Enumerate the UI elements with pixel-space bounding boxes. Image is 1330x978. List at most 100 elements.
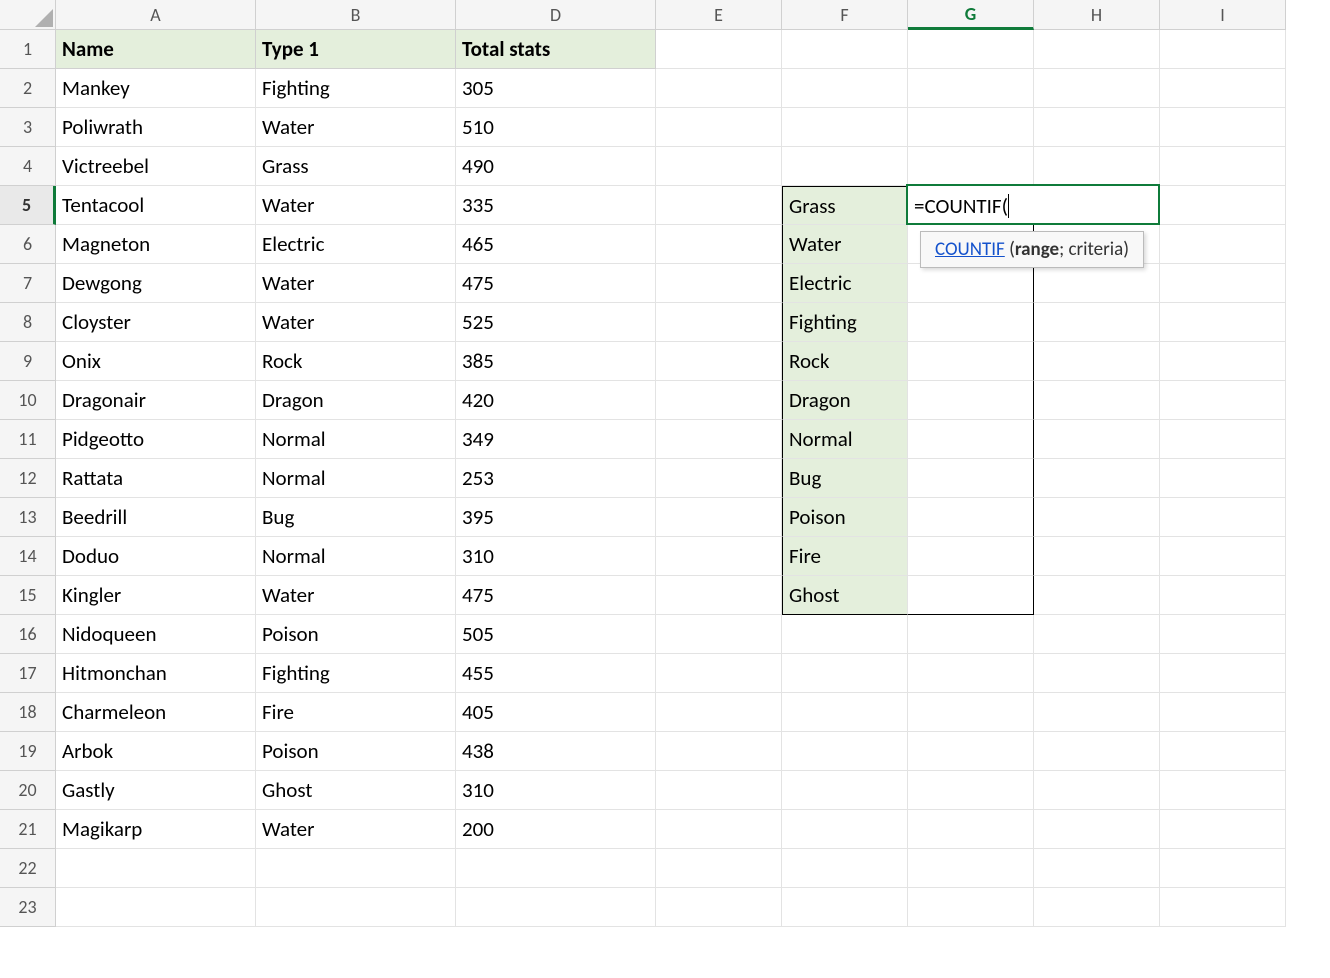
row-header-14[interactable]: 14 (0, 537, 56, 576)
row-header-19[interactable]: 19 (0, 732, 56, 771)
cell-F22[interactable] (782, 849, 908, 888)
cell-D2[interactable]: 305 (456, 69, 656, 108)
cell-E11[interactable] (656, 420, 782, 459)
cell-H23[interactable] (1034, 888, 1160, 927)
cell-E12[interactable] (656, 459, 782, 498)
cell-G14[interactable] (908, 537, 1034, 576)
row-header-9[interactable]: 9 (0, 342, 56, 381)
cell-D10[interactable]: 420 (456, 381, 656, 420)
row-header-10[interactable]: 10 (0, 381, 56, 420)
cell-G1[interactable] (908, 30, 1034, 69)
cell-E7[interactable] (656, 264, 782, 303)
row-header-11[interactable]: 11 (0, 420, 56, 459)
cell-B4[interactable]: Grass (256, 147, 456, 186)
select-all-corner[interactable] (0, 0, 56, 30)
cell-I12[interactable] (1160, 459, 1286, 498)
cell-A5[interactable]: Tentacool (56, 186, 256, 225)
cell-D20[interactable]: 310 (456, 771, 656, 810)
cell-E3[interactable] (656, 108, 782, 147)
cell-G4[interactable] (908, 147, 1034, 186)
col-header-E[interactable]: E (656, 0, 782, 30)
row-header-18[interactable]: 18 (0, 693, 56, 732)
row-header-16[interactable]: 16 (0, 615, 56, 654)
cell-E10[interactable] (656, 381, 782, 420)
cell-G9[interactable] (908, 342, 1034, 381)
cell-B1[interactable]: Type 1 (256, 30, 456, 69)
cell-E4[interactable] (656, 147, 782, 186)
cell-A15[interactable]: Kingler (56, 576, 256, 615)
col-header-G[interactable]: G (908, 0, 1034, 30)
cell-F11[interactable]: Normal (782, 420, 908, 459)
cell-E21[interactable] (656, 810, 782, 849)
cell-A8[interactable]: Cloyster (56, 303, 256, 342)
cell-B22[interactable] (256, 849, 456, 888)
cell-A21[interactable]: Magikarp (56, 810, 256, 849)
cell-E1[interactable] (656, 30, 782, 69)
cell-G13[interactable] (908, 498, 1034, 537)
row-header-3[interactable]: 3 (0, 108, 56, 147)
cell-F7[interactable]: Electric (782, 264, 908, 303)
cell-I15[interactable] (1160, 576, 1286, 615)
cell-G12[interactable] (908, 459, 1034, 498)
cell-A10[interactable]: Dragonair (56, 381, 256, 420)
cell-F4[interactable] (782, 147, 908, 186)
cell-I5[interactable] (1160, 186, 1286, 225)
cell-B19[interactable]: Poison (256, 732, 456, 771)
cell-H17[interactable] (1034, 654, 1160, 693)
cell-I4[interactable] (1160, 147, 1286, 186)
col-header-H[interactable]: H (1034, 0, 1160, 30)
cell-F19[interactable] (782, 732, 908, 771)
cell-D19[interactable]: 438 (456, 732, 656, 771)
cell-G16[interactable] (908, 615, 1034, 654)
cell-D6[interactable]: 465 (456, 225, 656, 264)
cell-G10[interactable] (908, 381, 1034, 420)
cell-H18[interactable] (1034, 693, 1160, 732)
cell-A2[interactable]: Mankey (56, 69, 256, 108)
cell-H20[interactable] (1034, 771, 1160, 810)
cell-D14[interactable]: 310 (456, 537, 656, 576)
cell-B2[interactable]: Fighting (256, 69, 456, 108)
cell-F18[interactable] (782, 693, 908, 732)
cell-E16[interactable] (656, 615, 782, 654)
cell-F9[interactable]: Rock (782, 342, 908, 381)
cell-B7[interactable]: Water (256, 264, 456, 303)
cell-H10[interactable] (1034, 381, 1160, 420)
cell-G5[interactable] (908, 186, 1034, 225)
col-header-D[interactable]: D (456, 0, 656, 30)
cell-I17[interactable] (1160, 654, 1286, 693)
cell-A19[interactable]: Arbok (56, 732, 256, 771)
cell-F16[interactable] (782, 615, 908, 654)
cell-I18[interactable] (1160, 693, 1286, 732)
cell-E6[interactable] (656, 225, 782, 264)
cell-D18[interactable]: 405 (456, 693, 656, 732)
cell-H13[interactable] (1034, 498, 1160, 537)
cell-I3[interactable] (1160, 108, 1286, 147)
spreadsheet-grid[interactable]: ABDEFGHI1NameType 1Total stats2MankeyFig… (0, 0, 1330, 927)
cell-F17[interactable] (782, 654, 908, 693)
cell-F21[interactable] (782, 810, 908, 849)
cell-I8[interactable] (1160, 303, 1286, 342)
cell-F14[interactable]: Fire (782, 537, 908, 576)
cell-D12[interactable]: 253 (456, 459, 656, 498)
cell-G22[interactable] (908, 849, 1034, 888)
cell-D13[interactable]: 395 (456, 498, 656, 537)
cell-B17[interactable]: Fighting (256, 654, 456, 693)
cell-A14[interactable]: Doduo (56, 537, 256, 576)
cell-F3[interactable] (782, 108, 908, 147)
cell-E20[interactable] (656, 771, 782, 810)
row-header-15[interactable]: 15 (0, 576, 56, 615)
cell-H3[interactable] (1034, 108, 1160, 147)
cell-H1[interactable] (1034, 30, 1160, 69)
row-header-17[interactable]: 17 (0, 654, 56, 693)
cell-A12[interactable]: Rattata (56, 459, 256, 498)
row-header-2[interactable]: 2 (0, 69, 56, 108)
cell-D1[interactable]: Total stats (456, 30, 656, 69)
cell-D17[interactable]: 455 (456, 654, 656, 693)
cell-H14[interactable] (1034, 537, 1160, 576)
cell-E18[interactable] (656, 693, 782, 732)
cell-F13[interactable]: Poison (782, 498, 908, 537)
row-header-8[interactable]: 8 (0, 303, 56, 342)
cell-H19[interactable] (1034, 732, 1160, 771)
col-header-A[interactable]: A (56, 0, 256, 30)
cell-I21[interactable] (1160, 810, 1286, 849)
